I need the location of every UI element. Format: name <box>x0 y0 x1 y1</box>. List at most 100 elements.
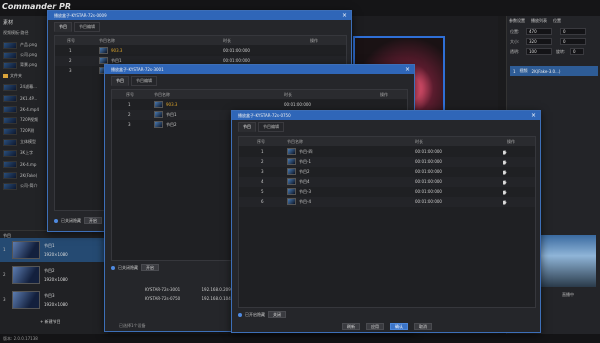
thumbnail <box>3 182 17 190</box>
program-row[interactable]: 1 节目1 1920×1080 <box>0 238 108 262</box>
disable-button[interactable]: 关闭 <box>268 311 286 318</box>
status-bar: 版本: 2.0.0.17138 <box>0 334 600 343</box>
table-row[interactable]: 1 节目-四 00:01:00:000 ▶ ▮ ⇪ <box>239 147 535 157</box>
thumbnail <box>287 158 296 165</box>
tab-program[interactable]: 节目 <box>111 76 129 86</box>
dialog-title: 播放盒子-KYSTAR-72s-0009 <box>48 11 351 20</box>
playlist-row[interactable]: 1 视频 2K(Fake-3.0...) <box>510 66 598 76</box>
program-panel: 节目 1 节目1 1920×1080 2 节目2 1920×1080 3 节目3 19… <box>0 230 108 334</box>
width-input[interactable]: 320 <box>526 38 552 45</box>
upload-icon[interactable]: ⇪ <box>503 180 507 186</box>
close-icon[interactable]: × <box>531 111 536 120</box>
thumbnail <box>99 47 108 54</box>
live-preview-image <box>540 235 596 287</box>
thumbnail <box>3 160 17 168</box>
table-row[interactable]: 1 903.3 00:01:00:000 <box>55 46 346 56</box>
device-dialog-3: 播放盒子-KYSTAR-72s-0750 × 节目 节目编辑 序号 节目名称 时… <box>231 110 541 333</box>
properties-tabs: 参数设置 播放列表 位置 <box>509 18 561 24</box>
thumbnail <box>3 83 17 91</box>
dialog-title: 播放盒子-KYSTAR-72s-0750 <box>232 111 540 120</box>
program-row[interactable]: 3 节目3 1920×1080 <box>0 288 108 312</box>
enable-button[interactable]: 开启 <box>84 217 102 224</box>
table-header: 序号 节目名称 时长 操作 <box>112 90 407 99</box>
hide-radio[interactable] <box>238 313 242 317</box>
table-header: 序号 节目名称 时长 操作 <box>239 137 535 146</box>
thumbnail <box>3 51 17 59</box>
table-row[interactable]: 4 节目4 00:01:00:000 ▶ ▮ ⇪ <box>239 177 535 187</box>
thumbnail <box>154 121 163 128</box>
hide-status: 已关闭隐藏 <box>118 265 138 270</box>
live-caption: 直播中 <box>562 292 574 297</box>
rotate-label: 旋转: <box>556 49 566 54</box>
confirm-button[interactable]: 确认 <box>390 323 408 330</box>
close-icon[interactable]: × <box>405 65 410 74</box>
program-row[interactable]: 2 节目2 1920×1080 <box>0 263 108 287</box>
tab-program[interactable]: 节目 <box>238 122 256 132</box>
upload-icon[interactable]: ⇪ <box>503 150 507 156</box>
cancel-button[interactable]: 取消 <box>414 323 432 330</box>
upload-icon[interactable]: ⇪ <box>503 170 507 176</box>
thumbnail <box>3 116 17 124</box>
resource-header: 素材 <box>3 20 14 26</box>
thumbnail <box>3 94 17 102</box>
program-thumbnail <box>12 291 40 309</box>
tab-program-edit[interactable]: 节目编辑 <box>131 76 157 86</box>
thumbnail <box>99 57 108 64</box>
hide-radio[interactable] <box>111 266 115 270</box>
tab-params[interactable]: 参数设置 <box>509 18 525 24</box>
close-icon[interactable]: × <box>342 11 347 20</box>
program-thumbnail <box>12 241 40 259</box>
folder-icon <box>3 74 8 78</box>
thumbnail <box>287 168 296 175</box>
table-row[interactable]: 6 节目-4 00:01:00:000 ▶ ▮ ⇪ <box>239 197 535 207</box>
tab-program-edit[interactable]: 节目编辑 <box>258 122 284 132</box>
table-header: 序号 节目名称 时长 操作 <box>55 36 346 45</box>
hide-radio[interactable] <box>54 219 58 223</box>
table-row[interactable]: 3 节目2 00:01:00:000 ▶ ▮ ⇪ <box>239 167 535 177</box>
pos-label: 位置: <box>510 29 520 34</box>
upload-icon[interactable]: ⇪ <box>503 190 507 196</box>
selected-count: 已选择1个设备 <box>119 323 146 328</box>
opacity-input[interactable]: 100 <box>526 48 552 55</box>
refresh-button[interactable]: 刷新 <box>342 323 360 330</box>
apply-button[interactable]: 应用 <box>366 323 384 330</box>
thumbnail <box>287 148 296 155</box>
table-row[interactable]: 5 节目-3 00:01:00:000 ▶ ▮ ⇪ <box>239 187 535 197</box>
tab-program-edit[interactable]: 节目编辑 <box>74 22 100 32</box>
table-row[interactable]: 2 节目-1 00:01:00:000 ▶ ▮ ⇪ <box>239 157 535 167</box>
thumbnail <box>3 41 17 49</box>
program-table: 序号 节目名称 时长 操作 1 节目-四 00:01:00:000 ▶ ▮ ⇪ 2 … <box>238 136 536 308</box>
rotate-input[interactable]: 0 <box>570 48 584 55</box>
device-row[interactable]: KYSTAR-72s-0750 192.168.0.104 <box>145 296 231 301</box>
folder-item[interactable]: 文件夹 <box>3 73 22 79</box>
thumbnail <box>154 101 163 108</box>
thumbnail <box>287 178 296 185</box>
dialog-title: 播放盒子-KYSTAR-72s-3001 <box>105 65 414 74</box>
opacity-label: 透明: <box>510 49 520 54</box>
tab-playlist[interactable]: 播放列表 <box>531 18 547 24</box>
y-input[interactable]: 0 <box>560 28 586 35</box>
program-thumbnail <box>12 266 40 284</box>
upload-icon[interactable]: ⇪ <box>503 200 507 206</box>
thumbnail <box>3 149 17 157</box>
hide-status: 已关闭隐藏 <box>61 218 81 223</box>
thumbnail <box>287 198 296 205</box>
thumbnail <box>3 171 17 179</box>
enable-button[interactable]: 开启 <box>141 264 159 271</box>
height-input[interactable]: 0 <box>560 38 586 45</box>
tab-program[interactable]: 节目 <box>54 22 72 32</box>
size-label: 大小: <box>510 39 520 44</box>
thumbnail <box>3 127 17 135</box>
add-program-button[interactable]: + 新建节目 <box>40 319 61 325</box>
thumbnail <box>3 138 17 146</box>
x-input[interactable]: 470 <box>526 28 552 35</box>
upload-icon[interactable]: ⇪ <box>503 160 507 166</box>
thumbnail <box>3 105 17 113</box>
tab-position[interactable]: 位置 <box>553 18 561 24</box>
hide-status: 已开启隐藏 <box>245 312 265 317</box>
resource-subheader: 视频模板-路径 <box>3 30 29 35</box>
table-row[interactable]: 1 903.3 00:01:00:000 <box>112 100 407 110</box>
thumbnail <box>3 61 17 69</box>
thumbnail <box>154 111 163 118</box>
device-row[interactable]: KYSTAR-72s-3001 192.168.0.209 <box>145 287 231 292</box>
